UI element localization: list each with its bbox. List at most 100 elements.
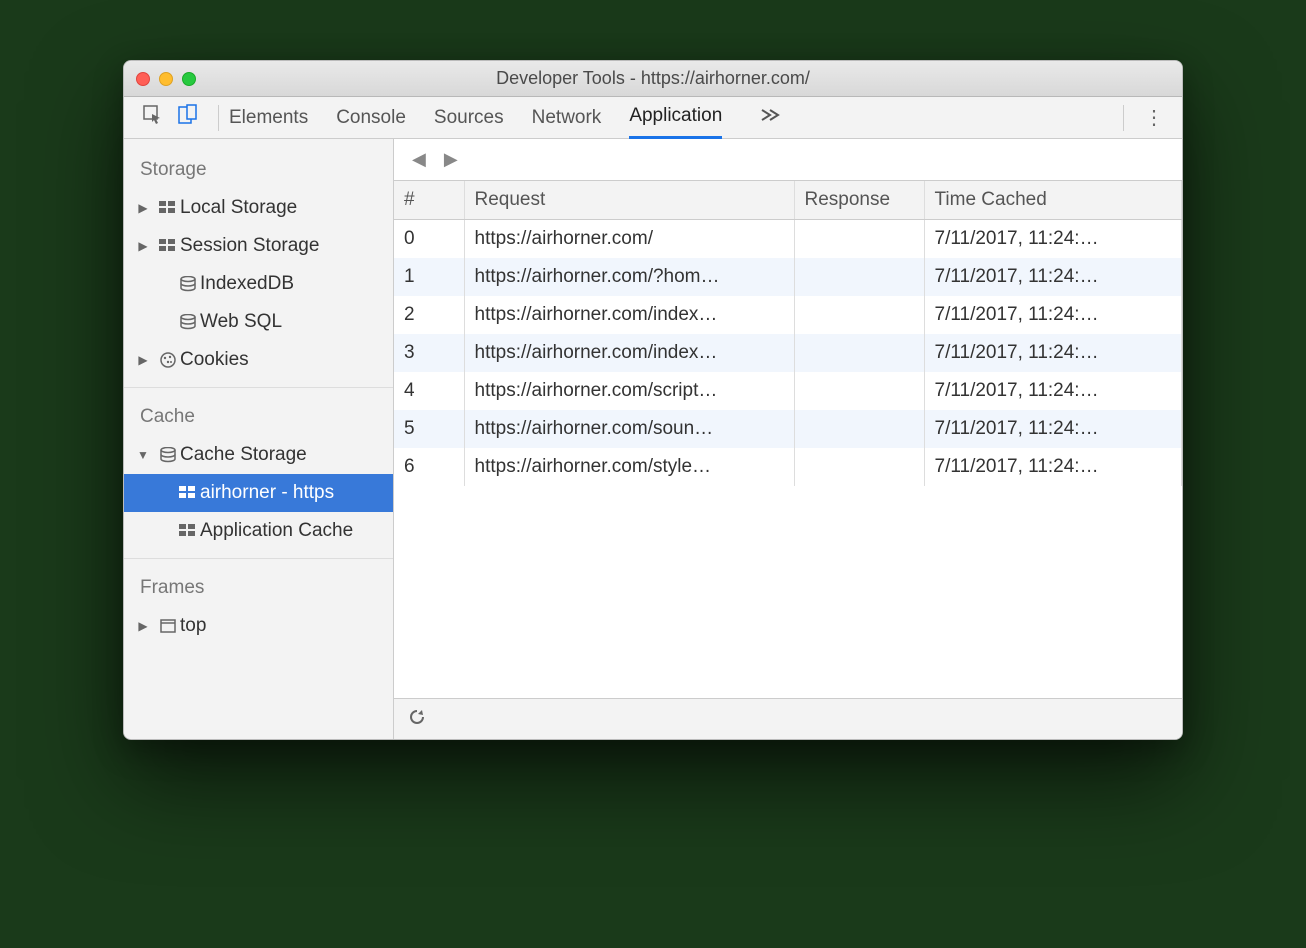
cell-idx: 4 (394, 372, 464, 410)
cell-request: https://airhorner.com/?hom… (464, 258, 794, 296)
table-icon (176, 524, 200, 538)
sidebar-item-label: Cache Storage (180, 444, 307, 466)
cell-request: https://airhorner.com/style… (464, 448, 794, 486)
sidebar-item-label: IndexedDB (200, 273, 294, 295)
frame-icon (156, 619, 180, 633)
history-nav: ◀ ▶ (394, 139, 1182, 181)
cache-table: # Request Response Time Cached 0https://… (394, 181, 1182, 699)
cell-response (794, 448, 924, 486)
col-header-index[interactable]: # (394, 181, 464, 220)
cell-request: https://airhorner.com/script… (464, 372, 794, 410)
inspect-element-icon[interactable] (142, 104, 164, 131)
main-toolbar: Elements Console Sources Network Applica… (124, 97, 1182, 139)
cell-time: 7/11/2017, 11:24:… (924, 334, 1182, 372)
window-title: Developer Tools - https://airhorner.com/ (124, 68, 1182, 89)
sidebar-item-cookies[interactable]: ▶ Cookies (124, 341, 393, 379)
cell-idx: 3 (394, 334, 464, 372)
tab-sources[interactable]: Sources (434, 97, 504, 139)
cell-response (794, 334, 924, 372)
cell-request: https://airhorner.com/index… (464, 334, 794, 372)
table-row[interactable]: 4https://airhorner.com/script… 7/11/2017,… (394, 372, 1182, 410)
section-header-cache: Cache (124, 396, 393, 436)
cell-response (794, 258, 924, 296)
cell-idx: 1 (394, 258, 464, 296)
cell-idx: 2 (394, 296, 464, 334)
cell-time: 7/11/2017, 11:24:… (924, 258, 1182, 296)
nav-forward-icon[interactable]: ▶ (444, 149, 458, 170)
table-row[interactable]: 5https://airhorner.com/soun… 7/11/2017, 1… (394, 410, 1182, 448)
sidebar-item-indexeddb[interactable]: IndexedDB (124, 265, 393, 303)
table-icon (156, 201, 180, 215)
sidebar-item-label: top (180, 615, 206, 637)
sidebar-item-cache-airhorner[interactable]: airhorner - https (124, 474, 393, 512)
settings-menu-icon[interactable]: ⋮ (1134, 105, 1174, 130)
nav-back-icon[interactable]: ◀ (412, 149, 426, 170)
toolbar-divider (218, 105, 219, 131)
sidebar-item-label: Cookies (180, 349, 249, 371)
table-row[interactable]: 3https://airhorner.com/index… 7/11/2017, … (394, 334, 1182, 372)
sidebar-item-label: Local Storage (180, 197, 297, 219)
close-window-button[interactable] (136, 72, 150, 86)
footer-toolbar (394, 699, 1182, 739)
tab-elements[interactable]: Elements (229, 97, 308, 139)
cell-time: 7/11/2017, 11:24:… (924, 220, 1182, 259)
cell-response (794, 410, 924, 448)
cell-response (794, 220, 924, 259)
cell-response (794, 296, 924, 334)
database-icon (156, 447, 180, 463)
maximize-window-button[interactable] (182, 72, 196, 86)
more-tabs-button[interactable] (750, 108, 790, 127)
cell-time: 7/11/2017, 11:24:… (924, 296, 1182, 334)
expand-arrow-icon: ▶ (130, 353, 156, 367)
cell-time: 7/11/2017, 11:24:… (924, 410, 1182, 448)
cell-request: https://airhorner.com/index… (464, 296, 794, 334)
sidebar-item-session-storage[interactable]: ▶ Session Storage (124, 227, 393, 265)
col-header-response[interactable]: Response (794, 181, 924, 220)
expand-arrow-icon: ▶ (130, 619, 156, 633)
cell-idx: 0 (394, 220, 464, 259)
section-header-storage: Storage (124, 149, 393, 189)
cell-request: https://airhorner.com/ (464, 220, 794, 259)
devtools-window: Developer Tools - https://airhorner.com/… (123, 60, 1183, 740)
tab-application[interactable]: Application (629, 97, 722, 139)
database-icon (176, 314, 200, 330)
table-row[interactable]: 0https://airhorner.com/7/11/2017, 11:24:… (394, 220, 1182, 259)
sidebar-item-cache-storage[interactable]: ▼ Cache Storage (124, 436, 393, 474)
collapse-arrow-icon: ▼ (130, 448, 156, 462)
main-panel: ◀ ▶ # Request Response Time Cached (394, 139, 1182, 739)
sidebar-item-top-frame[interactable]: ▶ top (124, 607, 393, 645)
sidebar-item-local-storage[interactable]: ▶ Local Storage (124, 189, 393, 227)
device-toolbar-icon[interactable] (178, 104, 198, 131)
sidebar-item-label: airhorner - https (200, 482, 334, 504)
minimize-window-button[interactable] (159, 72, 173, 86)
cell-response (794, 372, 924, 410)
cell-request: https://airhorner.com/soun… (464, 410, 794, 448)
section-header-frames: Frames (124, 567, 393, 607)
expand-arrow-icon: ▶ (130, 201, 156, 215)
table-icon (176, 486, 200, 500)
cookie-icon (156, 351, 180, 369)
table-icon (156, 239, 180, 253)
sidebar-item-label: Web SQL (200, 311, 282, 333)
panel-tabs: Elements Console Sources Network Applica… (229, 97, 1113, 139)
col-header-time[interactable]: Time Cached (924, 181, 1182, 220)
tab-console[interactable]: Console (336, 97, 406, 139)
sidebar-item-application-cache[interactable]: Application Cache (124, 512, 393, 550)
table-row[interactable]: 1https://airhorner.com/?hom… 7/11/2017, 1… (394, 258, 1182, 296)
tab-network[interactable]: Network (532, 97, 602, 139)
refresh-icon[interactable] (408, 708, 426, 731)
sidebar-item-label: Application Cache (200, 520, 353, 542)
table-row[interactable]: 6https://airhorner.com/style…7/11/2017, … (394, 448, 1182, 486)
database-icon (176, 276, 200, 292)
titlebar: Developer Tools - https://airhorner.com/ (124, 61, 1182, 97)
col-header-request[interactable]: Request (464, 181, 794, 220)
sidebar-item-websql[interactable]: Web SQL (124, 303, 393, 341)
expand-arrow-icon: ▶ (130, 239, 156, 253)
sidebar: Storage ▶ Local Storage ▶ Session Storag… (124, 139, 394, 739)
cell-time: 7/11/2017, 11:24:… (924, 448, 1182, 486)
table-row[interactable]: 2https://airhorner.com/index… 7/11/2017, … (394, 296, 1182, 334)
toolbar-divider (1123, 105, 1124, 131)
cell-idx: 5 (394, 410, 464, 448)
cell-time: 7/11/2017, 11:24:… (924, 372, 1182, 410)
content-area: Storage ▶ Local Storage ▶ Session Storag… (124, 139, 1182, 739)
